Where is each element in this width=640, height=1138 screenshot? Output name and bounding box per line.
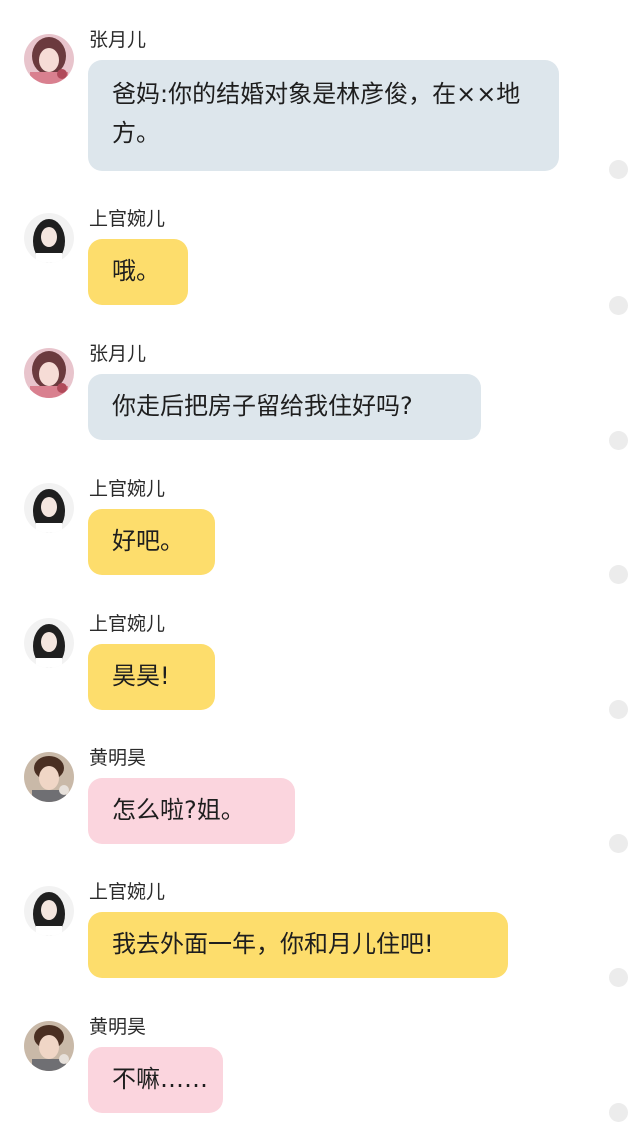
message-bubble[interactable]: 昊昊! bbox=[88, 644, 215, 710]
avatar-zhang-yueer[interactable] bbox=[24, 348, 74, 398]
chat-conversation: 张月儿 爸妈:你的结婚对象是林彦俊，在××地方。 上官婉儿 哦。 张月儿 你走后… bbox=[0, 0, 640, 1138]
message-bubble[interactable]: 我去外面一年，你和月儿住吧! bbox=[88, 912, 508, 978]
message-bubble[interactable]: 哦。 bbox=[88, 239, 188, 305]
sender-name: 黄明昊 bbox=[89, 747, 147, 769]
sender-name: 黄明昊 bbox=[89, 1016, 147, 1038]
sender-name: 上官婉儿 bbox=[89, 208, 166, 230]
select-circle[interactable] bbox=[609, 968, 628, 987]
sender-name: 上官婉儿 bbox=[89, 478, 166, 500]
select-circle[interactable] bbox=[609, 160, 628, 179]
avatar-zhang-yueer[interactable] bbox=[24, 34, 74, 84]
message-bubble[interactable]: 爸妈:你的结婚对象是林彦俊，在××地方。 bbox=[88, 60, 559, 171]
message-bubble[interactable]: 怎么啦?姐。 bbox=[88, 778, 295, 844]
avatar-shangguan-waner[interactable] bbox=[24, 483, 74, 533]
sender-name: 张月儿 bbox=[89, 343, 147, 365]
avatar-shangguan-waner[interactable] bbox=[24, 213, 74, 263]
avatar-shangguan-waner[interactable] bbox=[24, 618, 74, 668]
sender-name: 张月儿 bbox=[89, 29, 147, 51]
message-bubble[interactable]: 不嘛…… bbox=[88, 1047, 223, 1113]
select-circle[interactable] bbox=[609, 1103, 628, 1122]
select-circle[interactable] bbox=[609, 296, 628, 315]
sender-name: 上官婉儿 bbox=[89, 881, 166, 903]
avatar-shangguan-waner[interactable] bbox=[24, 886, 74, 936]
select-circle[interactable] bbox=[609, 834, 628, 853]
avatar-huang-minghao[interactable] bbox=[24, 1021, 74, 1071]
select-circle[interactable] bbox=[609, 565, 628, 584]
message-bubble[interactable]: 好吧。 bbox=[88, 509, 215, 575]
sender-name: 上官婉儿 bbox=[89, 613, 166, 635]
select-circle[interactable] bbox=[609, 431, 628, 450]
avatar-huang-minghao[interactable] bbox=[24, 752, 74, 802]
select-circle[interactable] bbox=[609, 700, 628, 719]
message-bubble[interactable]: 你走后把房子留给我住好吗? bbox=[88, 374, 481, 440]
